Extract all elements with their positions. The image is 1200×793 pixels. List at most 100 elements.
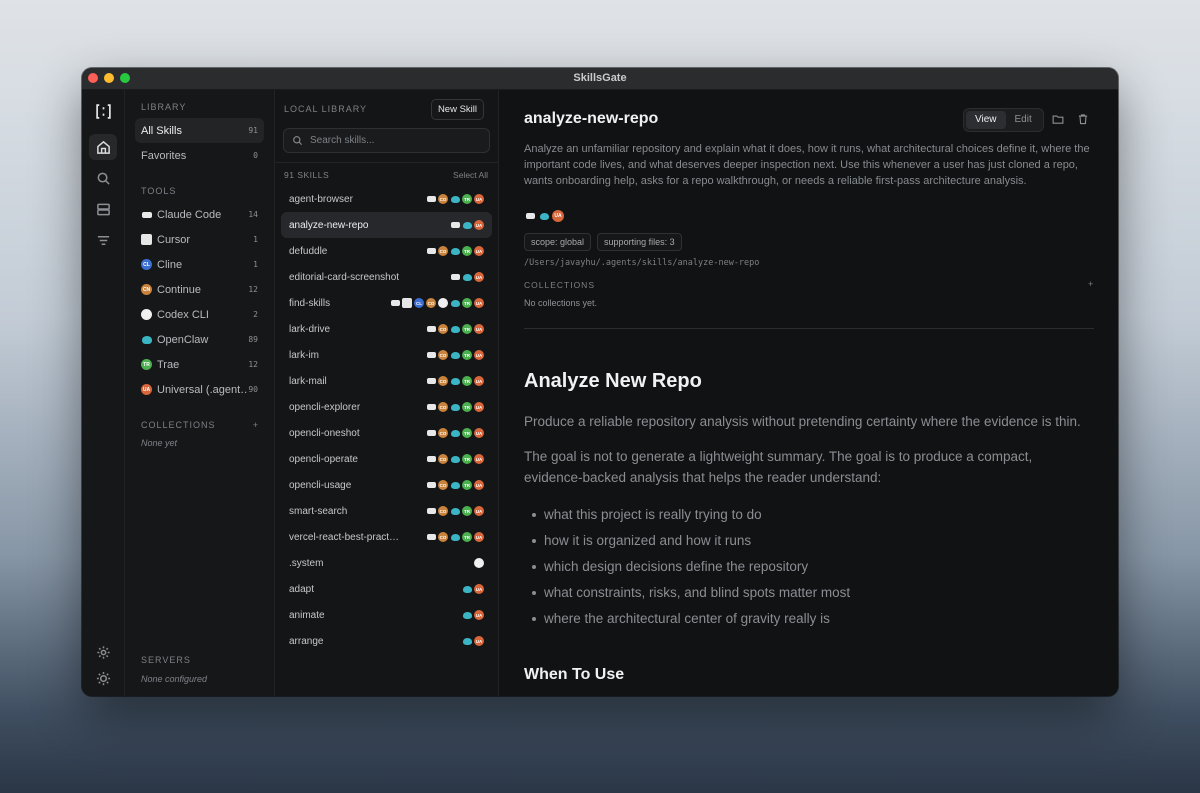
theme-sun-icon[interactable] [89,665,117,691]
skill-tool-badges: CO TR UA [426,350,484,360]
skill-list-item[interactable]: adapt UA [281,576,492,602]
detail-collections-empty: No collections yet. [524,298,598,308]
sidebar-item-favorites[interactable]: Favorites 0 [135,143,264,168]
skill-name: opencli-usage [289,479,352,491]
skill-list-item[interactable]: opencli-explorer CO TR UA [281,394,492,420]
sidebar-item-trae[interactable]: TR Trae 12 [135,352,264,377]
skill-list-item[interactable]: lark-im CO TR UA [281,342,492,368]
tr-badge-icon: TR [462,402,472,412]
library-section-label: LIBRARY [141,102,187,112]
skill-path: /Users/javayhu/.agents/skills/analyze-ne… [524,258,760,268]
skill-list-item[interactable]: .system [281,550,492,576]
ua-badge-icon: UA [474,298,484,308]
co-badge-icon: CO [438,402,448,412]
add-to-collection-button[interactable]: + [1088,279,1093,289]
skill-list-item[interactable]: opencli-operate CO TR UA [281,446,492,472]
skill-name: adapt [289,583,315,595]
ua-badge-icon: UA [474,272,484,282]
view-mode-toggle: View Edit [963,108,1044,132]
markdown-heading: Analyze New Repo [524,370,702,392]
markdown-list-item: how it is organized and how it runs [532,528,1094,554]
oc-badge-icon [462,584,472,594]
skill-tool-badges: CO TR UA [426,532,484,542]
title-bar: SkillsGate [82,68,1118,90]
co-badge-icon: CO [438,350,448,360]
add-collection-button[interactable]: + [253,420,258,430]
skill-list-item[interactable]: opencli-oneshot CO TR UA [281,420,492,446]
sidebar-item-codex-cli[interactable]: Codex CLI 2 [135,302,264,327]
skill-tool-badges: CO TR UA [426,454,484,464]
co-badge-icon: CO [438,324,448,334]
skill-description: Analyze an unfamiliar repository and exp… [524,143,1090,187]
skill-title: analyze-new-repo [524,110,659,127]
skill-tool-badges: UA [462,610,484,620]
sidebar-item-cline[interactable]: CL Cline 1 [135,252,264,277]
collections-empty-text: None yet [141,438,178,448]
servers-empty-text: None configured [141,674,208,684]
skill-list-item[interactable]: lark-mail CO TR UA [281,368,492,394]
cc-badge-icon [426,480,436,490]
trae-icon: TR [141,359,152,370]
skill-list-item[interactable]: defuddle CO TR UA [281,238,492,264]
cu-badge-icon [402,298,412,308]
skill-list-item[interactable]: agent-browser CO TR UA [281,186,492,212]
skill-list-item[interactable]: analyze-new-repo UA [281,212,492,238]
sidebar-item-continue[interactable]: CN Continue 12 [135,277,264,302]
co-badge-icon: CO [438,194,448,204]
sidebar-item-all-skills[interactable]: All Skills 91 [135,118,264,143]
skill-name: analyze-new-repo [289,219,369,231]
skill-tool-badges: CL CO TR UA [390,298,484,308]
skill-list-item[interactable]: find-skills CL CO TR UA [281,290,492,316]
cursor-icon [141,234,152,245]
home-icon[interactable] [89,134,117,160]
gear-icon[interactable] [89,639,117,665]
skill-list-item[interactable]: editorial-card-screenshot UA [281,264,492,290]
sidebar-item-universal[interactable]: UA Universal (.agent… 90 [135,377,264,402]
oc-badge-icon [462,272,472,282]
skill-tool-badges: CO TR UA [426,506,484,516]
search-input[interactable] [310,135,470,146]
sidebar-item-label: Trae [157,358,180,371]
filter-icon[interactable] [89,227,117,253]
skill-list-item[interactable]: opencli-usage CO TR UA [281,472,492,498]
skill-list-panel: LOCAL LIBRARY New Skill 91 SKILLS Select… [275,90,499,696]
sidebar-item-claude-code[interactable]: Claude Code 14 [135,202,264,227]
folder-icon[interactable] [1052,112,1068,128]
skill-tool-badges: UA [524,210,564,222]
sidebar-item-label: Cline [157,258,183,271]
cc-badge-icon [450,272,460,282]
sidebar-item-count: 1 [253,235,258,244]
skill-list-item[interactable]: animate UA [281,602,492,628]
select-all-button[interactable]: Select All [453,170,488,186]
search-icon[interactable] [89,165,117,191]
view-tab[interactable]: View [966,111,1006,129]
ua-badge-icon: UA [474,428,484,438]
skill-name: opencli-operate [289,453,358,465]
skill-list-item[interactable]: arrange UA [281,628,492,654]
oc-badge-icon [450,532,460,542]
trash-icon[interactable] [1077,112,1093,128]
edit-tab[interactable]: Edit [1006,111,1041,129]
markdown-list-item: which design decisions define the reposi… [532,554,1094,580]
new-skill-button[interactable]: New Skill [430,98,484,120]
servers-icon[interactable] [89,196,117,222]
skill-name: defuddle [289,245,328,257]
co-badge-icon: CO [438,428,448,438]
ua-badge-icon: UA [474,532,484,542]
skill-name: arrange [289,635,324,647]
list-item-text: what constraints, risks, and blind spots… [544,585,851,600]
skill-name: .system [289,557,324,569]
search-box[interactable] [283,128,490,153]
skill-list-item[interactable]: vercel-react-best-pract… CO TR UA [281,524,492,550]
oc-badge-icon [450,402,460,412]
ua-badge-icon: UA [474,350,484,360]
skill-list-item[interactable]: lark-drive CO TR UA [281,316,492,342]
sidebar-item-cursor[interactable]: Cursor 1 [135,227,264,252]
skill-list-item[interactable]: smart-search CO TR UA [281,498,492,524]
markdown-paragraph: The goal is not to generate a lightweigh… [524,449,1033,485]
sidebar-item-openclaw[interactable]: OpenClaw 89 [135,327,264,352]
oc-badge-icon [450,480,460,490]
markdown-paragraph: Produce a reliable repository analysis w… [524,414,1081,429]
codex-icon [141,309,152,320]
cl-badge-icon: CL [414,298,424,308]
